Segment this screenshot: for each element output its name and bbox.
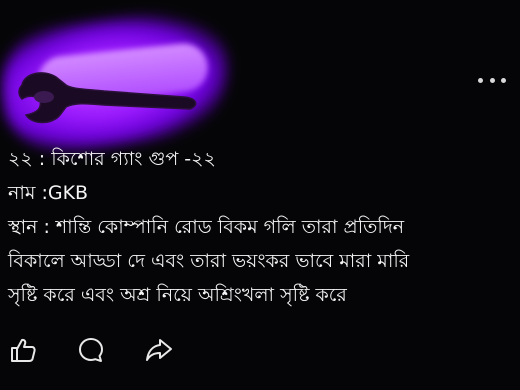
share-button[interactable] — [144, 335, 174, 365]
more-dot-icon — [478, 77, 483, 83]
more-options-button[interactable] — [478, 70, 506, 90]
post-actions — [8, 335, 174, 365]
more-dot-icon — [489, 77, 495, 83]
comment-button[interactable] — [76, 335, 106, 365]
speech-bubble-icon — [79, 338, 103, 362]
post-text: ২২ : কিশোর গ্যাং গুপ -২২ নাম :GKB স্থান … — [8, 142, 512, 312]
share-arrow-icon — [146, 339, 172, 361]
post-line: সৃষ্টি করে এবং অশ্র নিয়ে অশ্রিংখলা সৃষ্… — [8, 284, 347, 306]
like-button[interactable] — [8, 335, 38, 365]
post-line: ২২ : কিশোর গ্যাং গুপ -২২ — [8, 148, 216, 170]
post-image[interactable] — [0, 0, 260, 162]
post-line: নাম :GKB — [8, 182, 89, 204]
post-card: ২২ : কিশোর গ্যাং গুপ -২২ নাম :GKB স্থান … — [0, 0, 520, 390]
more-dot-icon — [501, 77, 506, 83]
wrench-icon — [18, 72, 197, 124]
post-line: বিকালে আড্ডা দে এবং তারা ভয়ংকর ভাবে মার… — [8, 250, 410, 272]
thumbs-up-icon — [11, 338, 36, 362]
post-line: স্থান : শান্তি কোম্পানি রোড বিকম গলি তার… — [8, 216, 405, 238]
